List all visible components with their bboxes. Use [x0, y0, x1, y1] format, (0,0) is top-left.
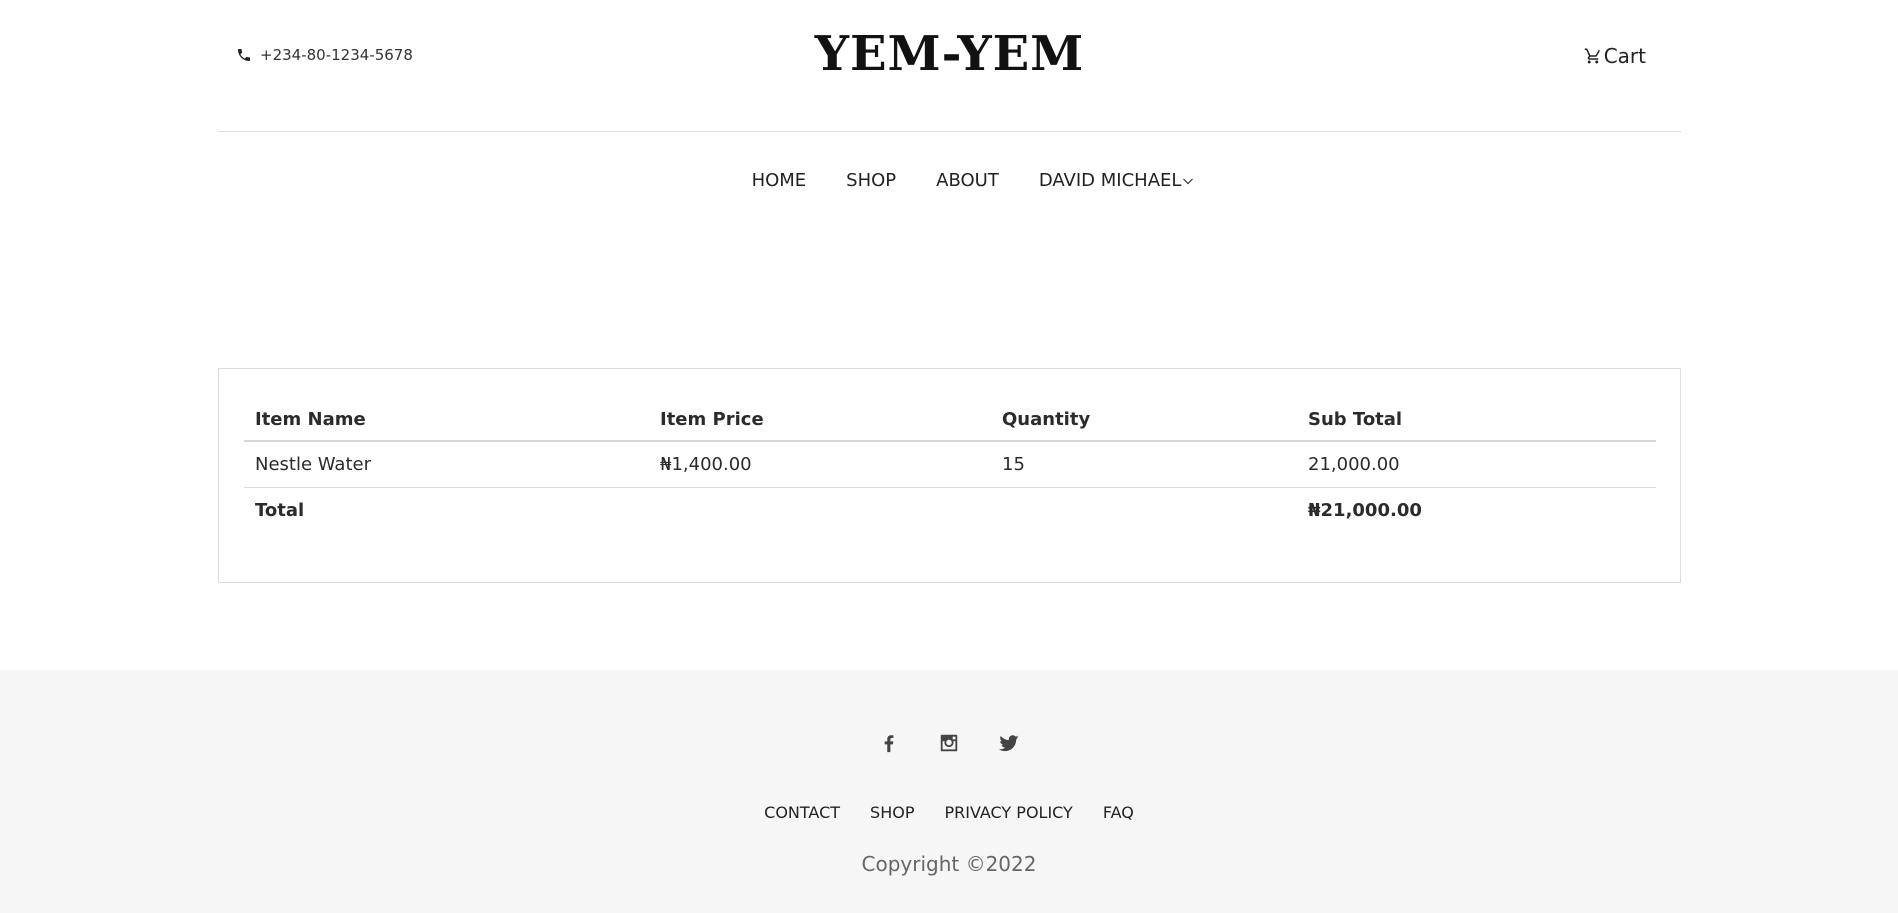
- column-header-sub-total: Sub Total: [1297, 399, 1656, 442]
- footer-link-contact[interactable]: CONTACT: [764, 803, 840, 822]
- table-row: Nestle Water ₦1,400.00 15 21,000.00: [244, 441, 1656, 488]
- footer-links: CONTACT SHOP PRIVACY POLICY FAQ: [0, 803, 1898, 822]
- copyright-text: Copyright ©2022: [861, 852, 1037, 876]
- item-price-cell: ₦1,400.00: [649, 441, 991, 488]
- nav-item-about[interactable]: ABOUT: [936, 170, 999, 191]
- column-header-item-name: Item Name: [244, 399, 649, 442]
- nav-item-home[interactable]: HOME: [752, 170, 807, 191]
- cart-label: Cart: [1603, 44, 1646, 68]
- cart-panel: Item Name Item Price Quantity Sub Total …: [218, 368, 1681, 583]
- footer-link-shop[interactable]: SHOP: [870, 803, 914, 822]
- cart-button[interactable]: Cart: [1584, 44, 1646, 68]
- social-links: [0, 732, 1898, 754]
- quantity-cell: 15: [991, 441, 1297, 488]
- site-footer: CONTACT SHOP PRIVACY POLICY FAQ Copyrigh…: [0, 670, 1898, 913]
- total-label: Total: [255, 500, 305, 521]
- shopping-cart-icon: [1584, 47, 1602, 65]
- nav-item-label: HOME: [751, 170, 807, 191]
- footer-link-privacy-policy[interactable]: PRIVACY POLICY: [944, 803, 1072, 822]
- nav-item-label: DAVID MICHAEL: [1038, 170, 1182, 191]
- total-row: Total ₦21,000.00: [244, 488, 1656, 534]
- footer-link-faq[interactable]: FAQ: [1103, 803, 1134, 822]
- main-nav: HOME SHOP ABOUT DAVID MICHAEL: [0, 170, 1898, 191]
- column-header-item-price: Item Price: [649, 399, 991, 442]
- item-name-cell: Nestle Water: [244, 441, 649, 488]
- nav-item-label: ABOUT: [936, 170, 999, 191]
- nav-item-user-menu[interactable]: DAVID MICHAEL: [1039, 170, 1195, 191]
- brand-logo[interactable]: YEM-YEM: [218, 30, 1681, 78]
- chevron-down-icon: [1181, 175, 1194, 187]
- facebook-icon[interactable]: [878, 732, 900, 754]
- table-header-row: Item Name Item Price Quantity Sub Total: [244, 399, 1656, 442]
- twitter-icon[interactable]: [998, 732, 1020, 754]
- total-value: ₦21,000.00: [1308, 500, 1422, 521]
- subtotal-cell: 21,000.00: [1297, 441, 1656, 488]
- site-header: +234-80-1234-5678 YEM-YEM Cart: [218, 0, 1681, 132]
- instagram-icon[interactable]: [938, 732, 960, 754]
- nav-item-shop[interactable]: SHOP: [846, 170, 896, 191]
- cart-table: Item Name Item Price Quantity Sub Total …: [244, 399, 1656, 533]
- column-header-quantity: Quantity: [991, 399, 1297, 442]
- nav-item-label: SHOP: [846, 170, 897, 191]
